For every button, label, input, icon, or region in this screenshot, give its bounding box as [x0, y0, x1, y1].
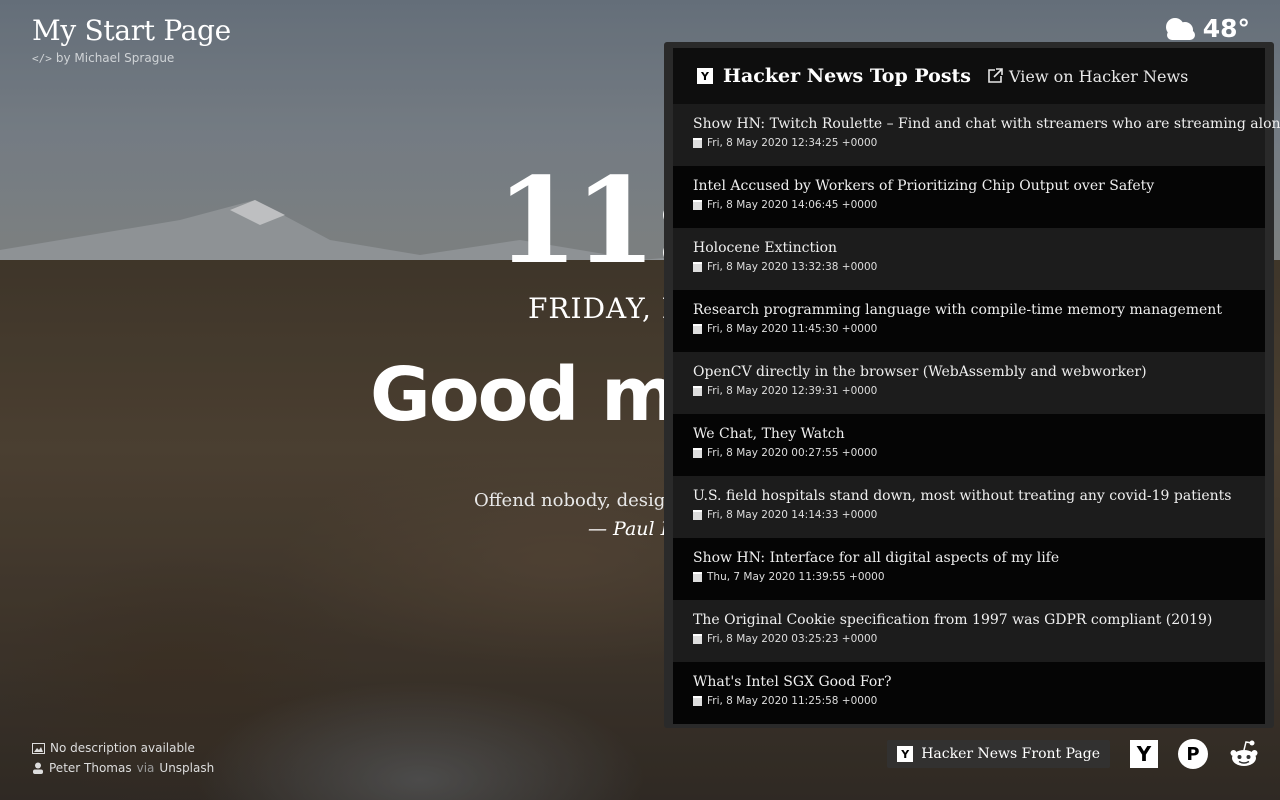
post-date: Fri, 8 May 2020 11:45:30 +0000 — [707, 323, 878, 335]
product-hunt-icon[interactable]: P — [1178, 739, 1208, 769]
code-icon: </> — [32, 52, 52, 65]
calendar-icon — [693, 262, 702, 272]
post-title[interactable]: Holocene Extinction — [693, 240, 1245, 256]
photographer-link[interactable]: Peter Thomas — [49, 761, 132, 775]
calendar-icon — [693, 696, 702, 706]
post-title[interactable]: The Original Cookie specification from 1… — [693, 612, 1245, 628]
quote-text: Offend nobody, desig — [474, 490, 666, 511]
photo-description: No description available — [50, 741, 195, 755]
calendar-icon — [693, 324, 702, 334]
reddit-icon[interactable] — [1228, 738, 1260, 770]
hacker-news-front-page-button[interactable]: Y Hacker News Front Page — [887, 740, 1110, 768]
post-title[interactable]: OpenCV directly in the browser (WebAssem… — [693, 364, 1245, 380]
post-title[interactable]: U.S. field hospitals stand down, most wi… — [693, 488, 1245, 504]
post-item[interactable]: Intel Accused by Workers of Prioritizing… — [673, 166, 1265, 228]
page-title: My Start Page — [32, 14, 231, 47]
calendar-icon — [693, 634, 702, 644]
post-title[interactable]: What's Intel SGX Good For? — [693, 674, 1245, 690]
user-icon — [33, 762, 43, 774]
calendar-icon — [693, 200, 702, 210]
unsplash-link[interactable]: Unsplash — [159, 761, 214, 775]
post-date: Fri, 8 May 2020 14:06:45 +0000 — [707, 199, 878, 211]
external-link-icon — [988, 68, 1003, 83]
post-title[interactable]: We Chat, They Watch — [693, 426, 1245, 442]
quote-author: — Paul B — [588, 518, 675, 540]
post-date: Fri, 8 May 2020 14:14:33 +0000 — [707, 509, 878, 521]
post-item[interactable]: U.S. field hospitals stand down, most wi… — [673, 476, 1265, 538]
author-credit[interactable]: </> by Michael Sprague — [32, 51, 231, 65]
calendar-icon — [693, 510, 702, 520]
via-label: via — [136, 761, 155, 775]
post-item[interactable]: Show HN: Twitch Roulette – Find and chat… — [673, 104, 1280, 166]
post-date: Fri, 8 May 2020 03:25:23 +0000 — [707, 633, 878, 645]
post-date: Thu, 7 May 2020 11:39:55 +0000 — [707, 571, 885, 583]
hacker-news-logo-icon: Y — [697, 68, 713, 84]
calendar-icon — [693, 386, 702, 396]
calendar-icon — [693, 138, 702, 148]
hacker-news-toggle-icon[interactable]: Y — [1130, 740, 1158, 768]
post-date: Fri, 8 May 2020 00:27:55 +0000 — [707, 447, 878, 459]
post-item[interactable]: We Chat, They Watch Fri, 8 May 2020 00:27… — [673, 414, 1265, 476]
post-title[interactable]: Research programming language with compi… — [693, 302, 1245, 318]
post-item[interactable]: Holocene Extinction Fri, 8 May 2020 13:32… — [673, 228, 1265, 290]
hacker-news-icon: Y — [897, 746, 914, 762]
post-date: Fri, 8 May 2020 11:25:58 +0000 — [707, 695, 878, 707]
post-item[interactable]: The Original Cookie specification from 1… — [673, 600, 1265, 662]
view-link-label: View on Hacker News — [1008, 66, 1189, 86]
post-item[interactable]: Research programming language with compi… — [673, 290, 1265, 352]
brand: My Start Page </> by Michael Sprague — [32, 14, 231, 65]
temperature: 48° — [1202, 14, 1250, 43]
calendar-icon — [693, 448, 702, 458]
author-credit-label: by Michael Sprague — [55, 51, 175, 65]
post-title[interactable]: Intel Accused by Workers of Prioritizing… — [693, 178, 1245, 194]
panel-title: Hacker News Top Posts — [723, 65, 971, 87]
post-date: Fri, 8 May 2020 12:34:25 +0000 — [707, 137, 878, 149]
image-icon — [32, 742, 45, 754]
hacker-news-panel: Y Hacker News Top Posts View on Hacker N… — [664, 42, 1280, 728]
post-item[interactable]: OpenCV directly in the browser (WebAssem… — [673, 352, 1265, 414]
widget-dock: Y Hacker News Front Page Y P — [887, 738, 1260, 770]
photo-credits: No description available Peter Thomas vi… — [32, 738, 214, 778]
front-page-label: Hacker News Front Page — [921, 746, 1100, 762]
view-on-hacker-news-link[interactable]: View on Hacker News — [987, 67, 1188, 86]
calendar-icon — [693, 572, 702, 582]
post-list: Show HN: Twitch Roulette – Find and chat… — [673, 104, 1280, 724]
post-item[interactable]: What's Intel SGX Good For? Fri, 8 May 202… — [673, 662, 1265, 724]
post-title[interactable]: Show HN: Twitch Roulette – Find and chat… — [693, 116, 1280, 132]
cloudy-icon — [1165, 17, 1195, 40]
post-title[interactable]: Show HN: Interface for all digital aspec… — [693, 550, 1245, 566]
panel-header: Y Hacker News Top Posts View on Hacker N… — [673, 48, 1265, 104]
post-date: Fri, 8 May 2020 12:39:31 +0000 — [707, 385, 878, 397]
post-date: Fri, 8 May 2020 13:32:38 +0000 — [707, 261, 878, 273]
weather-widget[interactable]: 48° — [1161, 14, 1250, 43]
post-item[interactable]: Show HN: Interface for all digital aspec… — [673, 538, 1265, 600]
